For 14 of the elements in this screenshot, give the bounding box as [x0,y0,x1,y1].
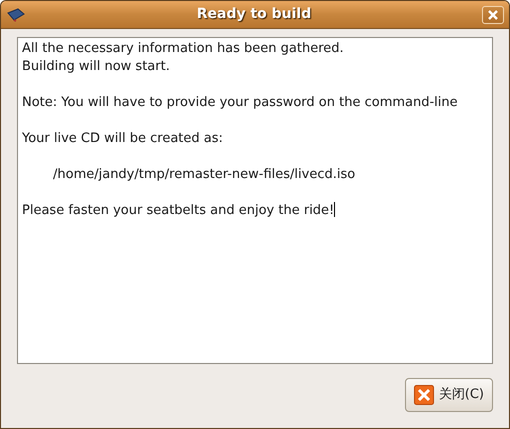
close-button[interactable]: 关闭(C) [404,378,493,412]
text-line: Your live CD will be created as: [22,131,223,146]
text-area[interactable] [17,37,493,364]
book-icon [6,8,26,22]
text-line: All the necessary information has been gathered. [22,41,344,56]
text-line: Please fasten your seatbelts and enjoy the ride! [22,203,334,218]
close-button[interactable] [482,6,504,24]
text-line: /home/jandy/tmp/remaster-new-files/livecd.iso [53,167,356,182]
text-cursor [334,202,336,217]
text-line: Building will now start. [22,59,170,74]
close-icon [414,385,434,405]
text-line: Note: You will have to provide your password on the command-line [22,95,458,110]
window-title: Ready to build [196,5,312,24]
close-icon [488,10,498,20]
